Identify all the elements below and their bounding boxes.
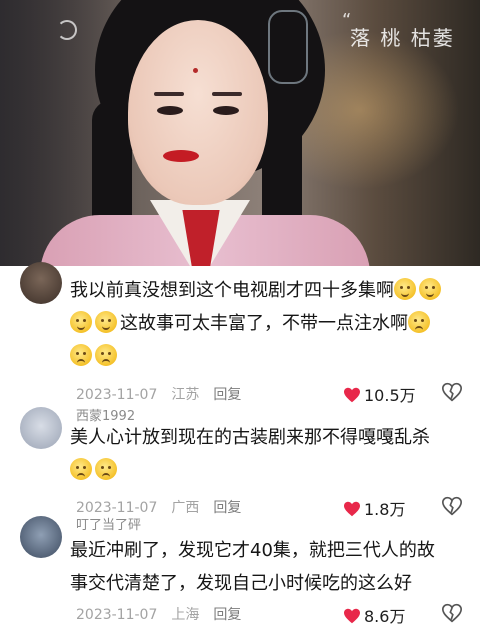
avatar[interactable] — [20, 262, 62, 304]
video-frame[interactable]: “ 落 桃 枯萎 — [0, 0, 480, 266]
character-lips — [163, 150, 199, 162]
avatar[interactable] — [20, 407, 62, 449]
video-watermark: 落 桃 枯萎 — [350, 26, 455, 50]
dislike-icon[interactable] — [442, 382, 462, 402]
smile-emoji — [419, 278, 441, 300]
left-brow — [154, 92, 184, 96]
like-count: 1.8万 — [364, 500, 406, 519]
right-eye — [213, 106, 239, 115]
cry-emoji — [408, 311, 430, 333]
comment-date: 2023-11-07 — [76, 607, 158, 623]
comment-location: 上海 — [171, 607, 200, 623]
like-button[interactable]: 10.5万 — [343, 382, 416, 406]
forehead-mark — [193, 68, 198, 73]
cry-emoji — [95, 344, 117, 366]
comment-line: 美人心计放到现在的古装剧来那不得嘎嘎乱杀 — [70, 427, 430, 448]
left-eye — [157, 106, 183, 115]
avatar[interactable] — [20, 516, 62, 558]
cry-emoji — [70, 344, 92, 366]
character-face — [128, 20, 268, 205]
comment-location: 广西 — [171, 500, 200, 516]
comment-date: 2023-11-07 — [76, 387, 158, 403]
like-button[interactable]: 8.6万 — [343, 603, 405, 627]
comment-text: 我以前真没想到这个电视剧才四十多集啊 这故事可太丰富了，不带一点注水啊 — [70, 274, 470, 373]
comment-username[interactable]: 叮了当了砰 — [76, 514, 141, 533]
moon-icon — [57, 20, 77, 40]
comment-meta: 2023-11-07 上海 回复 — [76, 604, 255, 624]
smile-emoji — [95, 311, 117, 333]
heart-icon — [344, 608, 360, 624]
comment-text: 美人心计放到现在的古装剧来那不得嘎嘎乱杀 — [70, 421, 470, 487]
reply-button[interactable]: 回复 — [213, 500, 241, 516]
comment-line: 事交代清楚了，发现自己小时候吃的这么好 — [70, 573, 412, 594]
comment-text: 最近冲刷了，发现它才40集，就把三代人的故 事交代清楚了，发现自己小时候吃的这么… — [70, 534, 470, 600]
cry-emoji — [95, 458, 117, 480]
heart-icon — [344, 501, 360, 517]
hairpin-ornament — [268, 10, 308, 84]
like-count: 10.5万 — [364, 386, 416, 405]
reply-button[interactable]: 回复 — [213, 387, 241, 403]
comment-location: 江苏 — [171, 387, 200, 403]
like-count: 8.6万 — [364, 607, 406, 626]
comment-line: 最近冲刷了，发现它才40集，就把三代人的故 — [70, 540, 435, 561]
like-button[interactable]: 1.8万 — [343, 496, 405, 520]
dislike-icon[interactable] — [442, 603, 462, 623]
smile-emoji — [394, 278, 416, 300]
heart-icon — [344, 387, 360, 403]
right-brow — [212, 92, 242, 96]
reply-button[interactable]: 回复 — [213, 607, 241, 623]
dislike-icon[interactable] — [442, 496, 462, 516]
comment-meta: 2023-11-07 江苏 回复 — [76, 384, 255, 404]
smile-emoji — [70, 311, 92, 333]
comment-line: 这故事可太丰富了，不带一点注水啊 — [120, 313, 408, 334]
cry-emoji — [70, 458, 92, 480]
comment-line: 我以前真没想到这个电视剧才四十多集啊 — [70, 280, 394, 301]
